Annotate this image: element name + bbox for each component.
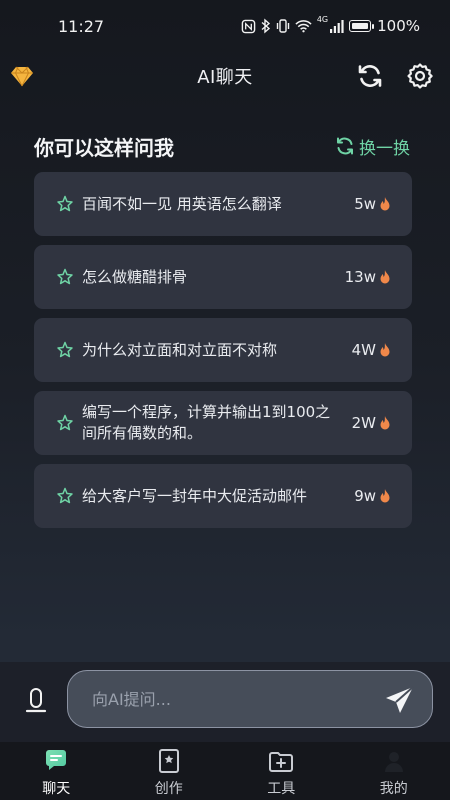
sparkle-icon [57,414,73,431]
tab-create-label: 创作 [154,781,183,797]
suggestion-card[interactable]: 为什么对立面和对立面不对称 4W [34,318,412,382]
tab-chat-label: 聊天 [42,781,71,797]
refresh-icon [358,65,382,87]
suggestion-text: 为什么对立面和对立面不对称 [82,340,278,359]
bottom-tab-bar: 聊天 创作 工具 我的 [0,742,450,800]
suggestion-card[interactable]: 给大客户写一封年中大促活动邮件 9w [34,464,412,528]
vibrate-icon [276,19,290,33]
hot-count: 2W [352,414,392,432]
suggestion-text: 编写一个程序，计算并输出1到100之间所有偶数的和。 [82,403,331,442]
suggestion-card[interactable]: 怎么做糖醋排骨 13w [34,245,412,309]
battery: 100% [349,17,420,35]
diamond-icon[interactable] [10,64,34,88]
app-title: AI聊天 [197,67,253,88]
toolbox-icon [267,747,295,775]
settings-button[interactable] [404,60,436,92]
sparkle-icon [57,195,73,212]
suggestion-text: 给大客户写一封年中大促活动邮件 [82,486,308,505]
sparkle-icon [57,268,73,285]
hot-count: 4W [352,341,392,359]
nfc-icon [241,19,256,33]
hot-count: 13w [345,268,392,286]
suggestions-header: 你可以这样问我 换一换 [34,128,410,164]
fire-icon [380,415,390,429]
suggestion-text: 百闻不如一见 用英语怎么翻译 [82,194,282,213]
chat-icon [42,747,70,775]
suggestions-title: 你可以这样问我 [34,135,174,160]
gear-icon [407,63,433,89]
swap-refresh-icon [337,137,353,155]
send-icon [386,686,414,713]
tab-mine[interactable]: 我的 [338,742,450,800]
status-bar: 11:27 4G 100% [0,0,450,52]
hot-count-value: 9w [354,487,376,505]
battery-icon [349,20,375,32]
hot-count-value: 2W [351,414,376,432]
mic-button[interactable] [18,682,54,722]
hot-count: 9w [354,487,392,505]
suggestion-text: 怎么做糖醋排骨 [82,267,188,286]
tab-mine-label: 我的 [379,781,408,797]
fire-icon [380,342,390,356]
ask-input[interactable] [67,670,433,728]
sparkle-icon [57,487,73,504]
user-icon [380,747,408,775]
refresh-button[interactable] [354,60,386,92]
hot-count: 5w [354,195,392,213]
network-type: 4G [316,15,329,24]
battery-level: 100% [377,17,420,35]
bluetooth-icon [261,18,270,34]
swap-label: 换一换 [359,138,410,159]
swap-button[interactable]: 换一换 [335,134,410,159]
sparkle-icon [57,341,73,358]
hot-count-value: 13w [344,268,376,286]
wifi-icon [295,20,312,33]
hot-count-value: 4W [351,341,376,359]
fire-icon [380,269,390,283]
signal-icon [330,19,344,33]
suggestion-card[interactable]: 编写一个程序，计算并输出1到100之间所有偶数的和。 2W [34,391,412,455]
tab-chat[interactable]: 聊天 [0,742,113,800]
suggestion-card[interactable]: 百闻不如一见 用英语怎么翻译 5w [34,172,412,236]
send-button[interactable] [384,684,416,716]
fire-icon [380,196,390,210]
app-header: AI聊天 [0,52,450,100]
fire-icon [380,488,390,502]
tab-tools[interactable]: 工具 [225,742,338,800]
input-area [0,662,450,742]
status-time: 11:27 [58,16,105,36]
bookmark-star-icon [155,747,183,775]
hot-count-value: 5w [354,195,376,213]
tab-create[interactable]: 创作 [113,742,226,800]
suggestion-list: 百闻不如一见 用英语怎么翻译 5w 怎么做糖醋排骨 13w 为什么对立面和对立面… [34,172,412,537]
microphone-icon [25,688,47,713]
tab-tools-label: 工具 [267,781,296,797]
status-icons: 4G 100% [241,15,420,35]
